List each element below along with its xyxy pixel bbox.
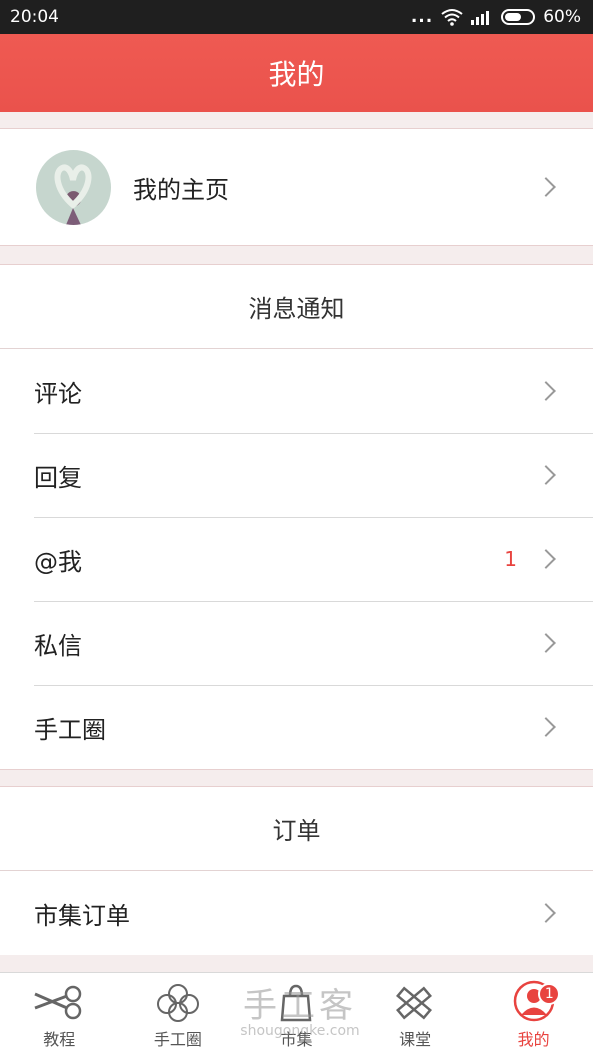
status-icons: ... 60% [411, 7, 581, 27]
orders-title: 订单 [0, 787, 593, 871]
scissors-icon [34, 985, 82, 1020]
chevron-right-icon [536, 465, 556, 485]
row-label: 市集订单 [34, 901, 130, 930]
signal-icon [471, 11, 490, 25]
orders-section: 订单 市集订单 [0, 786, 593, 955]
notification-badge: 1 [538, 983, 561, 1005]
page-title: 我的 [268, 58, 325, 91]
shopping-bag-icon [281, 984, 312, 1022]
mentions-row[interactable]: @我 1 [0, 517, 593, 601]
row-label: 回复 [34, 463, 82, 492]
bottom-navigation: 教程 手工圈 市集 课堂 1 我的 [0, 972, 593, 1054]
status-time: 20:04 [10, 7, 59, 27]
chevron-right-icon [536, 717, 556, 737]
nav-label: 课堂 [399, 1030, 432, 1049]
my-homepage-label: 我的主页 [133, 175, 229, 204]
chevron-right-icon [536, 903, 556, 923]
replies-row[interactable]: 回复 [0, 433, 593, 517]
battery-icon [501, 9, 536, 25]
ruler-pencil-icon [396, 986, 433, 1020]
tab-classroom[interactable]: 课堂 [356, 973, 475, 1054]
profile-section: 我的主页 [0, 128, 593, 246]
tab-tutorials[interactable]: 教程 [0, 973, 119, 1054]
nav-label: 教程 [43, 1030, 76, 1049]
row-label: 评论 [34, 379, 82, 408]
messages-title: 消息通知 [0, 265, 593, 349]
avatar [36, 149, 111, 225]
battery-percent: 60% [543, 7, 581, 27]
nav-label: 手工圈 [153, 1030, 202, 1049]
more-dots: ... [410, 7, 434, 27]
chevron-right-icon [536, 381, 556, 401]
chevron-right-icon [536, 549, 556, 569]
tab-mine[interactable]: 1 我的 [474, 973, 593, 1054]
app-header: 我的 [0, 34, 593, 112]
my-homepage-row[interactable]: 我的主页 [0, 129, 593, 245]
row-label: 手工圈 [34, 715, 106, 744]
row-label: 私信 [34, 631, 82, 660]
nav-label: 市集 [280, 1030, 313, 1049]
craft-circle-row[interactable]: 手工圈 [0, 685, 593, 769]
flower-icon [156, 984, 199, 1022]
nav-label: 我的 [517, 1030, 550, 1049]
chevron-right-icon [536, 177, 556, 197]
row-label: @我 [34, 547, 82, 576]
unread-count: 1 [504, 547, 517, 571]
comments-row[interactable]: 评论 [0, 349, 593, 433]
wifi-icon [441, 9, 463, 26]
market-orders-row[interactable]: 市集订单 [0, 871, 593, 955]
tab-craft-circle[interactable]: 手工圈 [119, 973, 238, 1054]
tab-market[interactable]: 市集 [237, 973, 356, 1054]
messages-section: 消息通知 评论 回复 @我 1 私信 手工圈 [0, 264, 593, 770]
private-messages-row[interactable]: 私信 [0, 601, 593, 685]
chevron-right-icon [536, 633, 556, 653]
status-bar: 20:04 ... 60% [0, 0, 593, 34]
